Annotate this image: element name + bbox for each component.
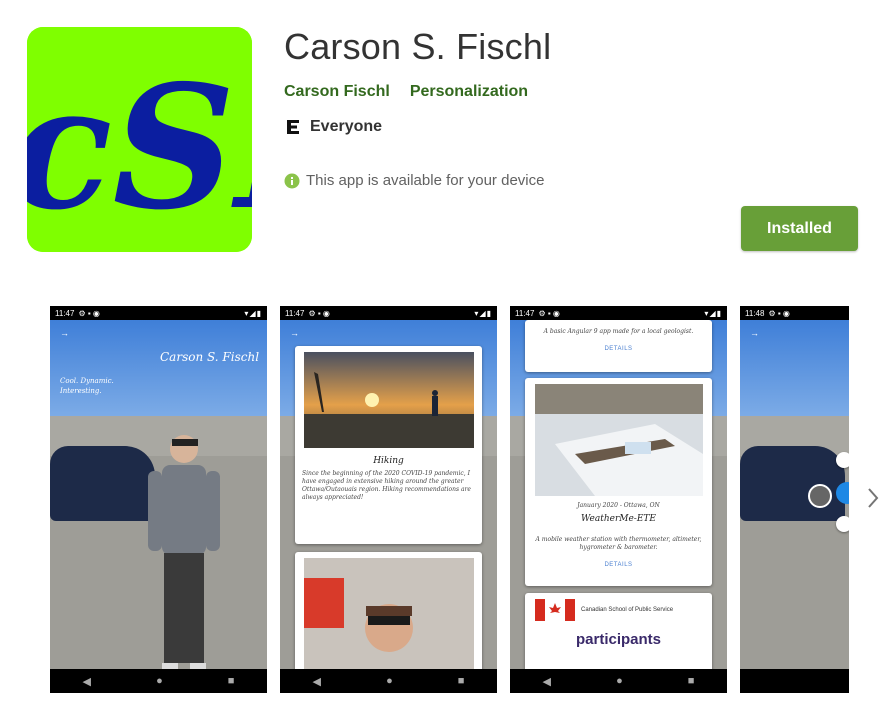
app-title: Carson S. Fischl — [284, 26, 552, 67]
screen-heading: Carson S. Fischl — [160, 350, 260, 364]
marathon-card — [295, 552, 482, 682]
card-title: WeatherMe-ETE — [581, 514, 656, 524]
nav-home-icon: ● — [156, 675, 163, 687]
fab-instagram-icon — [808, 484, 832, 508]
nav-recents-icon: ■ — [687, 675, 695, 687]
content-rating-label: Everyone — [310, 118, 383, 135]
car-image — [50, 446, 155, 521]
installed-button[interactable]: Installed — [741, 206, 858, 251]
person-photo — [148, 435, 220, 671]
status-time: 11:47 — [515, 308, 535, 318]
status-icons: ⚙ ▪ ◉ — [78, 308, 100, 318]
card-date: January 2020 - Ottawa, ON — [577, 502, 660, 509]
nav-back-icon: ◀ — [82, 675, 91, 688]
canada-flag-icon — [535, 599, 575, 621]
csf-logo-icon: cSF — [27, 27, 252, 252]
status-time: 11:47 — [55, 308, 75, 318]
hiking-card: Hiking Since the beginning of the 2020 C… — [295, 346, 482, 544]
chevron-right-icon — [868, 488, 879, 508]
screenshot-3[interactable]: A basic Angular 9 app made for a local g… — [510, 306, 727, 693]
developer-link[interactable]: Carson Fischl — [284, 83, 390, 101]
status-time: 11:47 — [285, 308, 305, 318]
nav-home-icon: ● — [616, 675, 623, 687]
nav-back-icon: ◀ — [542, 675, 551, 688]
nav-back-icon: ◀ — [312, 675, 321, 688]
back-arrow-icon: → — [60, 328, 69, 338]
runner-photo — [303, 558, 474, 678]
signal-battery-icon: ▾◢▮ — [474, 308, 492, 318]
category-link[interactable]: Personalization — [410, 83, 528, 101]
app-icon: cSF — [27, 27, 252, 252]
app-meta-links: Carson Fischl Personalization — [284, 83, 528, 101]
csps-logo: Canadian School of Public Service — [535, 599, 712, 621]
car-image — [740, 446, 845, 521]
android-nav-bar: ◀ ● ■ — [510, 669, 727, 693]
next-screenshot-button[interactable] — [862, 483, 884, 513]
signal-battery-icon: ▾◢▮ — [244, 308, 262, 318]
android-nav-bar: ◀ ● ■ — [280, 669, 497, 693]
card-text: Since the beginning of the 2020 COVID-19… — [302, 470, 471, 501]
card-title: Hiking — [373, 456, 404, 466]
content-rating: Everyone — [284, 118, 382, 136]
status-icons: ⚙ ▪ ◉ — [308, 308, 330, 318]
fab-github-icon — [836, 516, 849, 532]
status-bar: 11:47 ⚙ ▪ ◉ ▾◢▮ — [510, 306, 727, 320]
info-icon — [284, 173, 300, 188]
nav-recents-icon: ■ — [227, 675, 235, 687]
status-icons: ⚙ ▪ ◉ — [768, 308, 790, 318]
angular-card: A basic Angular 9 app made for a local g… — [525, 320, 712, 372]
svg-text:cSF: cSF — [27, 48, 252, 248]
esrb-everyone-icon — [284, 118, 302, 136]
hiking-photo — [303, 352, 474, 448]
signal-battery-icon: ▾◢▮ — [704, 308, 722, 318]
csps-card: Canadian School of Public Service partic… — [525, 593, 712, 673]
screenshot-1[interactable]: Carson S. Fischl Cool. Dynamic. Interest… — [50, 306, 267, 693]
details-link[interactable]: DETAILS — [525, 346, 712, 352]
nav-recents-icon: ■ — [457, 675, 465, 687]
screenshot-2[interactable]: → Hiking Since the beginning of the 2020… — [280, 306, 497, 693]
snow-photo — [534, 384, 703, 496]
status-bar: 11:47 ⚙ ▪ ◉ ▾◢▮ — [50, 306, 267, 320]
android-nav-bar: ◀ ● ■ — [50, 669, 267, 693]
availability-text: This app is available for your device — [306, 172, 545, 189]
card-text: A basic Angular 9 app made for a local g… — [543, 328, 694, 335]
card-text: A mobile weather station with thermomete… — [535, 536, 702, 551]
status-bar: 11:47 ⚙ ▪ ◉ ▾◢▮ — [280, 306, 497, 320]
back-arrow-icon: → — [290, 328, 299, 338]
screenshot-4[interactable]: → 11:48 ⚙ ▪ ◉ — [740, 306, 849, 693]
weatherme-card: January 2020 - Ottawa, ON WeatherMe-ETE … — [525, 378, 712, 586]
fab-resume-icon — [836, 452, 849, 468]
csps-label: Canadian School of Public Service — [581, 607, 674, 613]
status-icons: ⚙ ▪ ◉ — [538, 308, 560, 318]
word-cloud: participants — [575, 631, 662, 648]
status-bar: 11:48 ⚙ ▪ ◉ — [740, 306, 849, 320]
android-nav-bar — [740, 669, 849, 693]
screen-tagline: Cool. Dynamic. Interesting. — [60, 377, 114, 395]
availability-notice: This app is available for your device — [284, 172, 544, 189]
back-arrow-icon: → — [750, 328, 759, 338]
status-time: 11:48 — [745, 308, 765, 318]
nav-home-icon: ● — [386, 675, 393, 687]
details-link[interactable]: DETAILS — [525, 562, 712, 568]
